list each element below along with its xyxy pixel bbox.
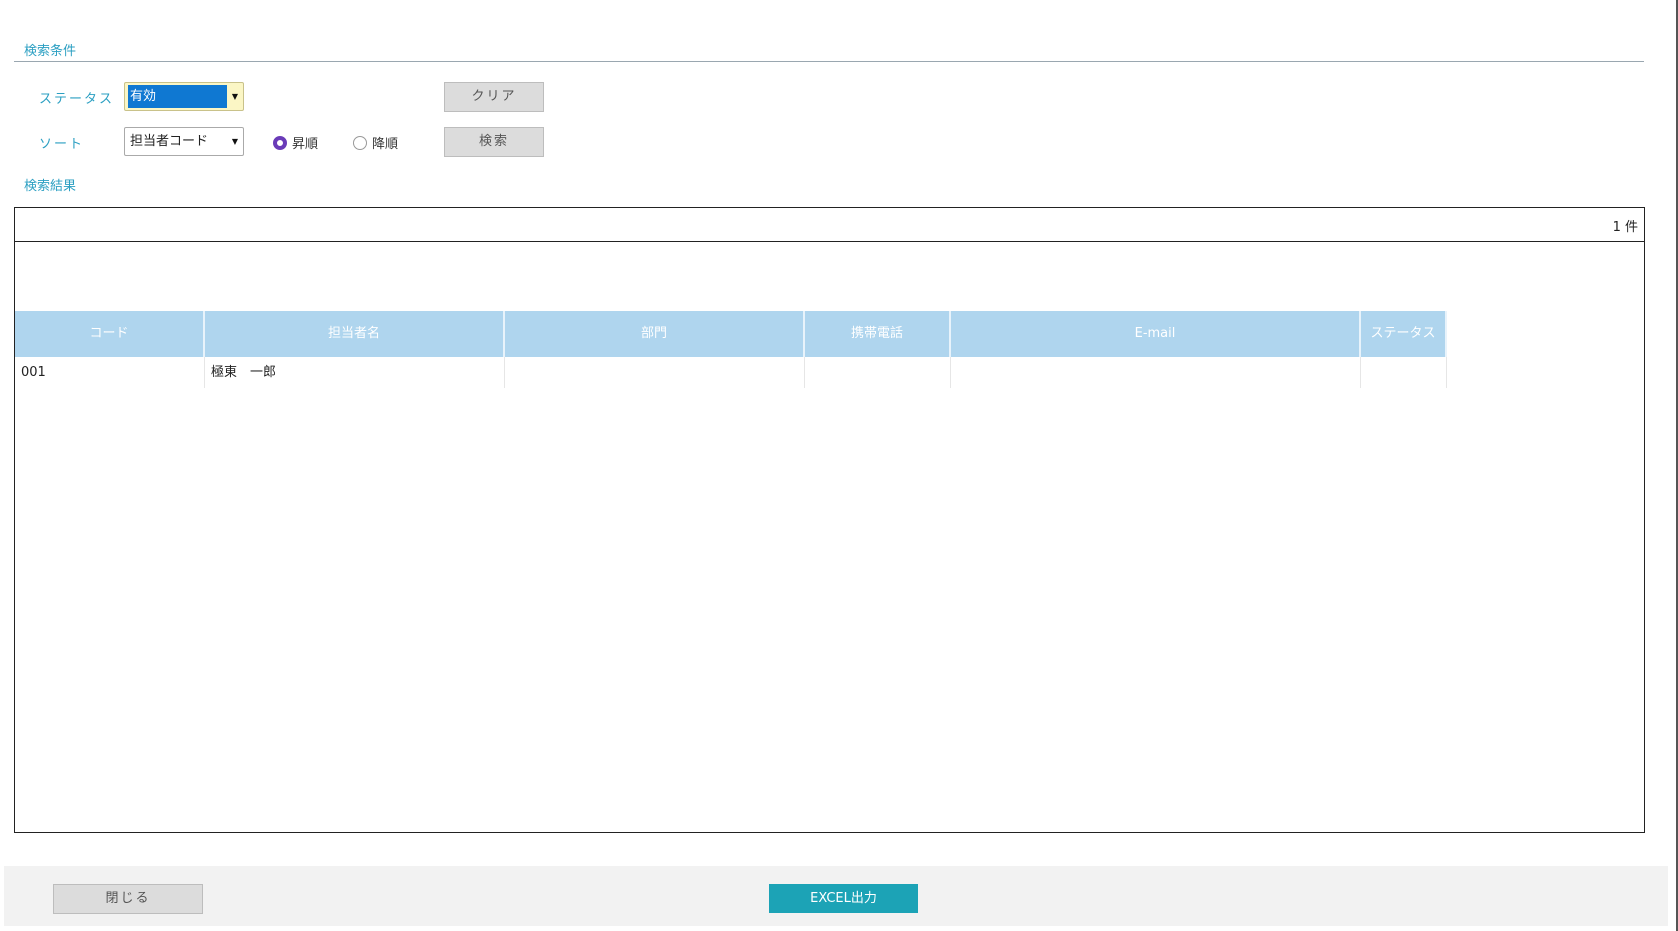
sort-label: ソート bbox=[39, 137, 85, 152]
column-header-mobile[interactable]: 携帯電話 bbox=[805, 311, 951, 357]
results-panel: 1 件 コード 担当者名 部門 携帯電話 E-mail ステータス 001 極東… bbox=[14, 207, 1645, 833]
radio-ascending-label: 昇順 bbox=[292, 137, 319, 152]
radio-unselected-icon bbox=[353, 135, 367, 150]
table-row[interactable]: 001 極東 一郎 bbox=[15, 357, 1447, 388]
radio-selected-icon bbox=[273, 135, 287, 150]
close-button[interactable]: 閉じる bbox=[53, 884, 203, 914]
column-header-email[interactable]: E-mail bbox=[951, 311, 1361, 357]
chevron-down-icon: ▼ bbox=[231, 92, 239, 101]
radio-ascending[interactable]: 昇順 bbox=[273, 133, 318, 152]
sort-select[interactable]: 担当者コード ▼ bbox=[124, 127, 244, 156]
column-header-name[interactable]: 担当者名 bbox=[205, 311, 505, 357]
search-results-title: 検索結果 bbox=[24, 179, 77, 194]
table-header: コード 担当者名 部門 携帯電話 E-mail ステータス bbox=[15, 311, 1447, 357]
column-header-status[interactable]: ステータス bbox=[1361, 311, 1447, 357]
section-divider bbox=[14, 61, 1644, 62]
status-label: ステータス bbox=[39, 92, 115, 107]
cell-mobile bbox=[805, 357, 951, 388]
radio-descending[interactable]: 降順 bbox=[353, 133, 398, 152]
result-count: 1 件 bbox=[1612, 220, 1638, 235]
cell-email bbox=[951, 357, 1361, 388]
result-count-bar: 1 件 bbox=[15, 208, 1644, 242]
cell-status bbox=[1361, 357, 1447, 388]
cell-code: 001 bbox=[15, 357, 205, 388]
radio-descending-label: 降順 bbox=[372, 137, 399, 152]
excel-export-button[interactable]: EXCEL出力 bbox=[769, 884, 918, 913]
cell-department bbox=[505, 357, 805, 388]
column-header-code[interactable]: コード bbox=[15, 311, 205, 357]
column-header-department[interactable]: 部門 bbox=[505, 311, 805, 357]
cell-name: 極東 一郎 bbox=[205, 357, 505, 388]
chevron-down-icon: ▼ bbox=[231, 137, 239, 146]
clear-button[interactable]: クリア bbox=[444, 82, 544, 112]
sort-select-value: 担当者コード bbox=[130, 134, 209, 149]
search-button[interactable]: 検索 bbox=[444, 127, 544, 157]
status-select[interactable]: 有効 ▼ bbox=[124, 82, 244, 111]
status-select-value: 有効 bbox=[128, 85, 227, 108]
search-conditions-title: 検索条件 bbox=[24, 44, 77, 59]
